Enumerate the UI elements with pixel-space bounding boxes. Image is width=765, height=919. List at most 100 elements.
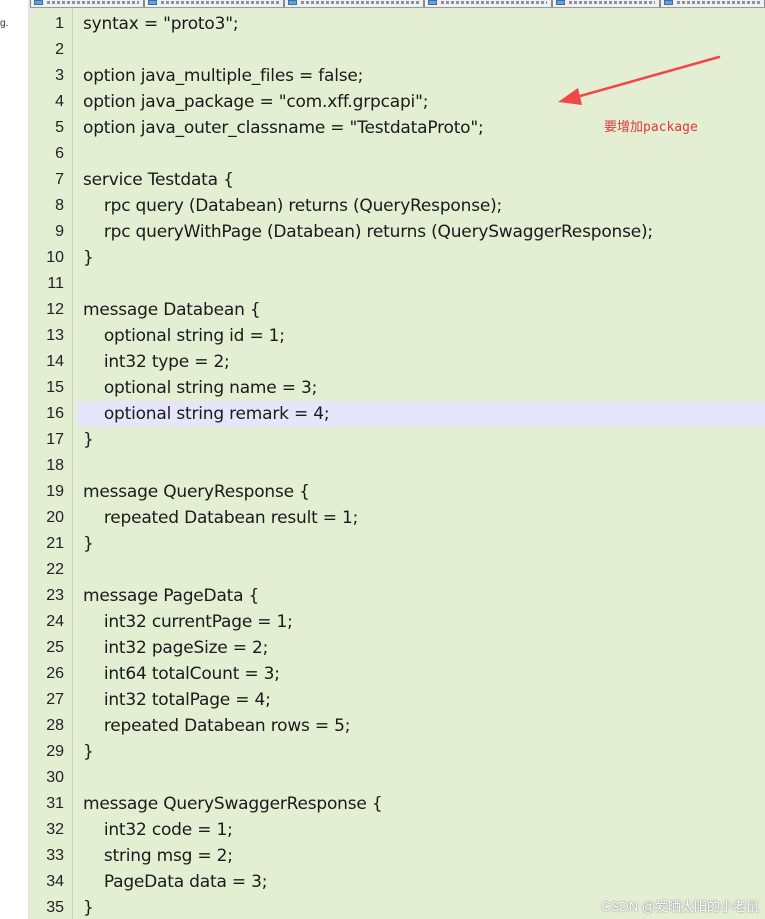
code-line[interactable]: 1 syntax = "proto3"; (30, 11, 765, 37)
line-code[interactable]: } (77, 245, 765, 271)
code-line[interactable]: 8 rpc query (Databean) returns (QueryRes… (30, 193, 765, 219)
line-code[interactable]: int32 code = 1; (77, 817, 765, 843)
code-line[interactable]: 6 (30, 141, 765, 167)
line-number: 24 (46, 613, 64, 630)
code-line[interactable]: 25 int32 pageSize = 2; (30, 635, 765, 661)
annotation-note: 要增加package (604, 120, 698, 135)
line-code[interactable]: int32 currentPage = 1; (77, 609, 765, 635)
code-line[interactable]: 30 (30, 765, 765, 791)
tab-5[interactable] (552, 0, 660, 7)
line-code[interactable]: } (77, 427, 765, 453)
line-number: 3 (55, 67, 64, 84)
line-number: 19 (46, 483, 64, 500)
line-number: 12 (46, 301, 64, 318)
line-code[interactable]: option java_package = "com.xff.grpcapi"; (77, 89, 765, 115)
code-line[interactable]: 29} (30, 739, 765, 765)
code-editor[interactable]: 1 syntax = "proto3"; 2 3 option java_multipl… (30, 8, 765, 919)
tab-label (47, 1, 139, 4)
line-number: 33 (46, 847, 64, 864)
code-line[interactable]: 2 (30, 37, 765, 63)
code-line[interactable]: 19 message QueryResponse { (30, 479, 765, 505)
code-line[interactable]: 15 optional string name = 3; (30, 375, 765, 401)
line-code[interactable]: rpc queryWithPage (Databean) returns (Qu… (77, 219, 765, 245)
left-panel-text: g. (0, 18, 9, 29)
tab-4[interactable] (424, 0, 552, 7)
line-number: 13 (46, 327, 64, 344)
line-code[interactable]: PageData data = 3; (77, 869, 765, 895)
tab-1[interactable] (30, 0, 144, 7)
line-code[interactable]: int64 totalCount = 3; (77, 661, 765, 687)
tab-2[interactable] (144, 0, 284, 7)
code-line[interactable]: 23 message PageData { (30, 583, 765, 609)
line-number: 4 (55, 93, 64, 110)
file-icon (34, 0, 43, 5)
line-number: 7 (55, 171, 64, 188)
line-number: 15 (46, 379, 64, 396)
line-number: 8 (55, 197, 64, 214)
line-code[interactable]: optional string id = 1; (77, 323, 765, 349)
code-line[interactable]: 7 service Testdata { (30, 167, 765, 193)
line-code[interactable]: int32 type = 2; (77, 349, 765, 375)
code-line[interactable]: 3 option java_multiple_files = false; (30, 63, 765, 89)
tab-6[interactable] (660, 0, 765, 7)
code-line[interactable]: 17} (30, 427, 765, 453)
line-code[interactable]: repeated Databean result = 1; (77, 505, 765, 531)
line-code[interactable]: option java_multiple_files = false; (77, 63, 765, 89)
line-number: 1 (55, 15, 64, 32)
line-number: 29 (46, 743, 64, 760)
line-code[interactable]: int32 totalPage = 4; (77, 687, 765, 713)
file-icon (664, 0, 673, 5)
code-line[interactable]: 27 int32 totalPage = 4; (30, 687, 765, 713)
code-line[interactable]: 20 repeated Databean result = 1; (30, 505, 765, 531)
line-code[interactable]: message PageData { (77, 583, 765, 609)
watermark: CSDN @爱晒太阳的小老鼠 (601, 899, 759, 914)
line-code[interactable]: } (77, 739, 765, 765)
code-line[interactable]: 26 int64 totalCount = 3; (30, 661, 765, 687)
tab-3[interactable] (284, 0, 424, 7)
line-number: 2 (55, 41, 64, 58)
code-line[interactable]: 24 int32 currentPage = 1; (30, 609, 765, 635)
line-number: 34 (46, 873, 64, 890)
line-number: 17 (46, 431, 64, 448)
code-line[interactable]: 31 message QuerySwaggerResponse { (30, 791, 765, 817)
code-line[interactable]: 14 int32 type = 2; (30, 349, 765, 375)
line-number: 20 (46, 509, 64, 526)
code-line[interactable]: 34 PageData data = 3; (30, 869, 765, 895)
file-icon (288, 0, 297, 5)
code-line[interactable]: 32 int32 code = 1; (30, 817, 765, 843)
file-icon (428, 0, 437, 5)
line-number: 32 (46, 821, 64, 838)
code-line[interactable]: 16 optional string remark = 4; (30, 401, 765, 427)
tab-label (301, 1, 419, 4)
line-number: 9 (55, 223, 64, 240)
code-line[interactable]: 11 (30, 271, 765, 297)
line-number: 21 (46, 535, 64, 552)
code-line[interactable]: 28 repeated Databean rows = 5; (30, 713, 765, 739)
line-number: 23 (46, 587, 64, 604)
code-line[interactable]: 10} (30, 245, 765, 271)
code-lines[interactable]: 1 syntax = "proto3"; 2 3 option java_multipl… (30, 11, 765, 919)
tab-label (441, 1, 547, 4)
code-line[interactable]: 12 message Databean { (30, 297, 765, 323)
code-line[interactable]: 33 string msg = 2; (30, 843, 765, 869)
line-number: 11 (47, 275, 64, 292)
screenshot: g. 1 syntax = "proto3"; 2 3 option java_… (0, 0, 765, 919)
code-line[interactable]: 22 (30, 557, 765, 583)
line-code[interactable]: optional string name = 3; (77, 375, 765, 401)
line-code[interactable]: int32 pageSize = 2; (77, 635, 765, 661)
line-code[interactable]: message QuerySwaggerResponse { (77, 791, 765, 817)
line-code[interactable]: } (77, 531, 765, 557)
line-code[interactable]: string msg = 2; (77, 843, 765, 869)
code-line[interactable]: 21} (30, 531, 765, 557)
line-code[interactable]: repeated Databean rows = 5; (77, 713, 765, 739)
code-line[interactable]: 18 (30, 453, 765, 479)
line-code[interactable]: message Databean { (77, 297, 765, 323)
line-code[interactable]: syntax = "proto3"; (77, 11, 765, 37)
line-code[interactable]: message QueryResponse { (77, 479, 765, 505)
code-line[interactable]: 13 optional string id = 1; (30, 323, 765, 349)
line-code[interactable]: service Testdata { (77, 167, 765, 193)
code-line[interactable]: 9 rpc queryWithPage (Databean) returns (… (30, 219, 765, 245)
line-code[interactable]: rpc query (Databean) returns (QueryRespo… (77, 193, 765, 219)
line-code[interactable]: optional string remark = 4; (77, 401, 765, 427)
code-line[interactable]: 4 option java_package = "com.xff.grpcapi"… (30, 89, 765, 115)
